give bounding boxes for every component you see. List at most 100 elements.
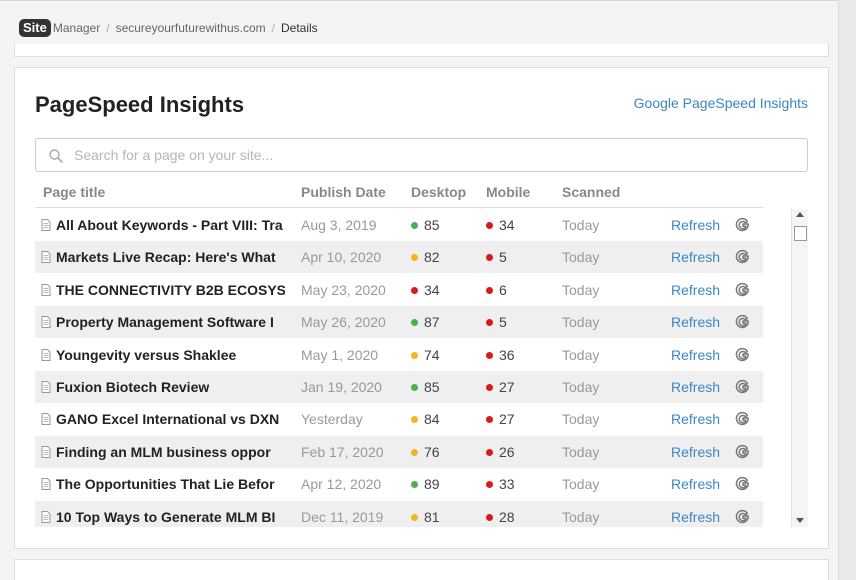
publish-date-cell: May 23, 2020 <box>301 282 386 298</box>
google-icon[interactable] <box>735 217 751 233</box>
google-icon[interactable] <box>735 509 751 525</box>
table-row[interactable]: Markets Live Recap: Here's What Apr 10, 2… <box>35 241 763 273</box>
search-input[interactable] <box>74 144 794 166</box>
breadcrumb: Site Manager / secureyourfuturewithus.co… <box>19 18 318 38</box>
header-scanned[interactable]: Scanned <box>562 184 620 200</box>
scroll-thumb[interactable] <box>794 226 807 241</box>
top-border <box>0 0 856 1</box>
desktop-score: 82 <box>424 249 440 265</box>
desktop-score: 81 <box>424 509 440 525</box>
table-row[interactable]: Youngevity versus Shaklee May 1, 2020 74 36… <box>35 339 763 371</box>
refresh-button[interactable]: Refresh <box>671 217 720 233</box>
desktop-score-cell: 87 <box>411 314 440 330</box>
google-icon[interactable] <box>735 411 751 427</box>
desktop-score: 74 <box>424 347 440 363</box>
table-row[interactable]: The Opportunities That Lie Befor Apr 12, … <box>35 468 763 500</box>
page-title-text: Youngevity versus Shaklee <box>56 347 237 363</box>
breadcrumb-manager[interactable]: Manager <box>53 21 100 35</box>
mobile-score-cell: 6 <box>486 282 507 298</box>
table-scrollbar[interactable] <box>791 209 808 527</box>
desktop-status-dot <box>411 514 418 521</box>
google-icon[interactable] <box>735 249 751 265</box>
google-icon[interactable] <box>735 379 751 395</box>
table-row[interactable]: Fuxion Biotech Review Jan 19, 2020 85 27 Tod… <box>35 371 763 403</box>
mobile-score-cell: 36 <box>486 347 515 363</box>
publish-date-cell: May 26, 2020 <box>301 314 386 330</box>
desktop-status-dot <box>411 254 418 261</box>
refresh-button[interactable]: Refresh <box>671 347 720 363</box>
table-row[interactable]: Finding an MLM business oppor Feb 17, 202… <box>35 436 763 468</box>
card-title: PageSpeed Insights <box>35 92 245 117</box>
page-title-text: Fuxion Biotech Review <box>56 379 210 395</box>
page-title-cell[interactable]: 10 Top Ways to Generate MLM BI <box>41 509 285 525</box>
desktop-status-dot <box>411 481 418 488</box>
breadcrumb-site[interactable]: secureyourfuturewithus.com <box>116 21 266 35</box>
table-row[interactable]: GANO Excel International vs DXN Yesterday… <box>35 403 763 435</box>
mobile-status-dot <box>486 384 493 391</box>
refresh-button[interactable]: Refresh <box>671 314 720 330</box>
mobile-score: 27 <box>499 379 515 395</box>
scroll-up-arrow[interactable] <box>796 212 804 217</box>
scanned-cell: Today <box>562 249 600 265</box>
page-title-cell[interactable]: Youngevity versus Shaklee <box>41 347 285 363</box>
search-box[interactable] <box>35 138 808 172</box>
refresh-button[interactable]: Refresh <box>671 509 720 525</box>
page-title-cell[interactable]: Markets Live Recap: Here's What <box>41 249 285 265</box>
desktop-score-cell: 81 <box>411 509 440 525</box>
mobile-score: 36 <box>499 347 515 363</box>
page-title-text: All About Keywords - Part VIII: Tra <box>56 217 283 233</box>
google-icon[interactable] <box>735 314 751 330</box>
page-title-text: Property Management Software I <box>56 314 274 330</box>
google-icon[interactable] <box>735 444 751 460</box>
publish-date-cell: Apr 12, 2020 <box>301 476 382 492</box>
refresh-button[interactable]: Refresh <box>671 411 720 427</box>
site-logo[interactable]: Site <box>19 19 51 37</box>
refresh-button[interactable]: Refresh <box>671 282 720 298</box>
header-mobile[interactable]: Mobile <box>486 184 530 200</box>
mobile-score-cell: 27 <box>486 379 515 395</box>
header-publish-date[interactable]: Publish Date <box>301 184 386 200</box>
refresh-button[interactable]: Refresh <box>671 444 720 460</box>
table-header: Page title Publish Date Desktop Mobile S… <box>35 182 763 208</box>
table-row[interactable]: Property Management Software I May 26, 20… <box>35 306 763 338</box>
mobile-score: 5 <box>499 314 507 330</box>
page-title-cell[interactable]: Fuxion Biotech Review <box>41 379 285 395</box>
desktop-score: 89 <box>424 476 440 492</box>
page-title-cell[interactable]: Property Management Software I <box>41 314 285 330</box>
google-icon[interactable] <box>735 476 751 492</box>
mobile-score: 5 <box>499 249 507 265</box>
google-pagespeed-link[interactable]: Google PageSpeed Insights <box>634 95 808 111</box>
scanned-cell: Today <box>562 476 600 492</box>
mobile-score: 33 <box>499 476 515 492</box>
publish-date-cell: May 1, 2020 <box>301 347 379 363</box>
page-title-text: Markets Live Recap: Here's What <box>56 249 276 265</box>
scanned-cell: Today <box>562 282 600 298</box>
page-title-cell[interactable]: Finding an MLM business oppor <box>41 444 285 460</box>
publish-date-cell: Dec 11, 2019 <box>301 509 384 525</box>
refresh-button[interactable]: Refresh <box>671 476 720 492</box>
desktop-status-dot <box>411 287 418 294</box>
mobile-score-cell: 28 <box>486 509 515 525</box>
refresh-button[interactable]: Refresh <box>671 379 720 395</box>
header-desktop[interactable]: Desktop <box>411 184 466 200</box>
desktop-score: 34 <box>424 282 440 298</box>
page-title-cell[interactable]: GANO Excel International vs DXN <box>41 411 285 427</box>
page-title-cell[interactable]: THE CONNECTIVITY B2B ECOSYS <box>41 282 285 298</box>
desktop-score-cell: 85 <box>411 217 440 233</box>
table-row[interactable]: 10 Top Ways to Generate MLM BI Dec 11, 20… <box>35 501 763 527</box>
table-row[interactable]: All About Keywords - Part VIII: Tra Aug 3… <box>35 209 763 241</box>
desktop-status-dot <box>411 449 418 456</box>
page-title-cell[interactable]: All About Keywords - Part VIII: Tra <box>41 217 285 233</box>
page-title-cell[interactable]: The Opportunities That Lie Befor <box>41 476 285 492</box>
mobile-score-cell: 26 <box>486 444 515 460</box>
refresh-button[interactable]: Refresh <box>671 249 720 265</box>
mobile-status-dot <box>486 352 493 359</box>
header-page-title[interactable]: Page title <box>43 184 105 200</box>
desktop-score-cell: 76 <box>411 444 440 460</box>
document-icon <box>41 316 51 328</box>
google-icon[interactable] <box>735 347 751 363</box>
scroll-down-arrow[interactable] <box>796 518 804 523</box>
table-row[interactable]: THE CONNECTIVITY B2B ECOSYS May 23, 2020 3… <box>35 274 763 306</box>
mobile-status-dot <box>486 416 493 423</box>
google-icon[interactable] <box>735 282 751 298</box>
